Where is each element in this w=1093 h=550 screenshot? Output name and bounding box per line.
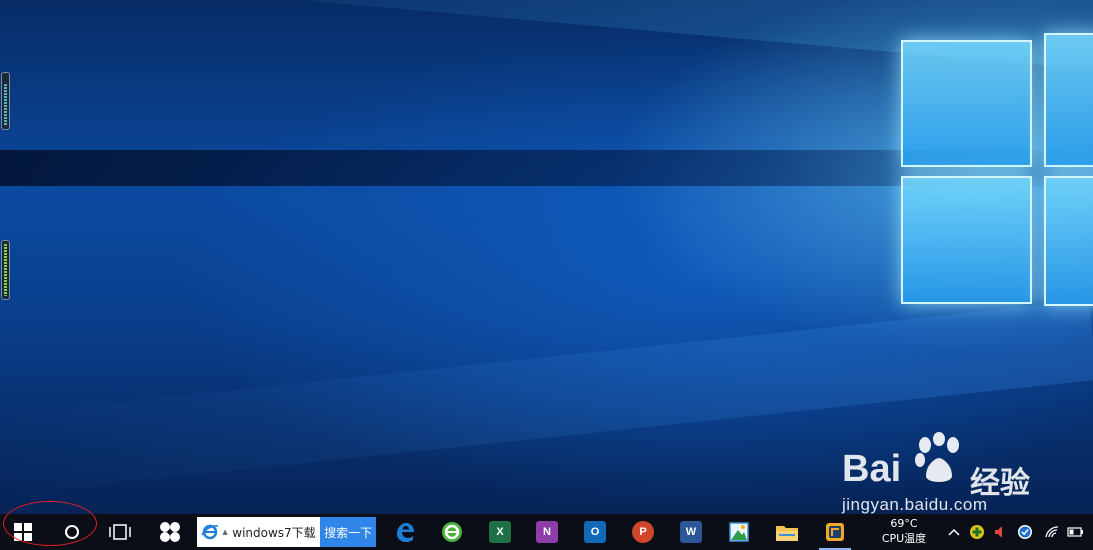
meter-gadget[interactable] [1,240,10,300]
baidu-jingyan-watermark: Bai du 经验 jingyan.baidu.com [838,432,1048,514]
taskbar-app-word[interactable]: W [667,514,715,550]
taskbar-app-photo-viewer[interactable] [715,514,763,550]
fan-icon [160,522,180,542]
cortana-button[interactable] [48,514,96,550]
meter-gadget[interactable] [1,72,10,130]
speaker-icon [995,526,1002,538]
network-button[interactable] [1040,514,1064,550]
chevron-up-icon [948,528,960,536]
show-hidden-icons-button[interactable] [944,514,964,550]
circle-icon [65,525,79,539]
meter-fill [4,84,7,126]
wifi-icon [1045,526,1059,538]
taskbar-app-outlook[interactable]: O [571,514,619,550]
start-button[interactable] [0,514,46,550]
vm-box-icon [826,523,844,541]
cpu-temp-value: 69°C [890,517,918,530]
battery-icon [1067,527,1083,537]
task-view-button[interactable] [96,514,144,550]
desktop-wallpaper[interactable]: Bai du 经验 jingyan.baidu.com [0,0,1093,514]
ie-icon[interactable] [197,517,222,547]
taskbar: ▲ 搜索一下 X N O P W [0,514,1093,550]
photo-viewer-icon [729,522,749,542]
task-view-icon [109,524,131,540]
window-logo-pane [901,40,1032,167]
windows-logo-icon [14,523,32,541]
outlook-icon: O [584,521,606,543]
watermark-url: jingyan.baidu.com [842,495,988,514]
taskbar-app-edge[interactable] [381,514,429,550]
battery-button[interactable] [1064,514,1088,550]
paw-logo-icon [915,432,959,482]
taskbar-app-excel[interactable]: X [476,514,524,550]
excel-icon: X [489,521,511,543]
folder-icon [776,526,798,541]
window-logo-pane [901,176,1032,304]
taskbar-app-file-explorer[interactable] [763,514,811,550]
edge-icon [397,523,414,542]
powerpoint-icon: P [632,521,654,543]
caret-up-icon[interactable]: ▲ [222,517,230,547]
volume-button[interactable] [990,514,1012,550]
word-icon: W [680,521,702,543]
green-e-browser-icon [442,522,462,542]
cpu-temperature-widget[interactable]: 69°C CPU温度 [874,516,934,546]
check-circle-icon [1018,525,1032,539]
taskbar-app-powerpoint[interactable]: P [619,514,667,550]
onenote-icon: N [536,521,558,543]
watermark-bai: Bai [842,448,902,490]
search-bar: ▲ 搜索一下 [197,517,376,547]
tray-security-app[interactable] [966,514,988,550]
window-logo-pane [1044,33,1093,167]
meter-fill [4,243,7,296]
search-input[interactable] [230,517,321,547]
search-button[interactable]: 搜索一下 [320,517,376,547]
window-logo-pane [1044,176,1093,306]
taskbar-app-green-browser[interactable] [428,514,476,550]
taskbar-app-onenote[interactable]: N [523,514,571,550]
taskbar-app-vmware[interactable] [811,514,859,550]
tray-check-app[interactable] [1014,514,1036,550]
pinned-fan-app[interactable] [146,514,194,550]
plus-shield-icon [970,525,984,539]
cpu-temp-label: CPU温度 [881,532,927,545]
